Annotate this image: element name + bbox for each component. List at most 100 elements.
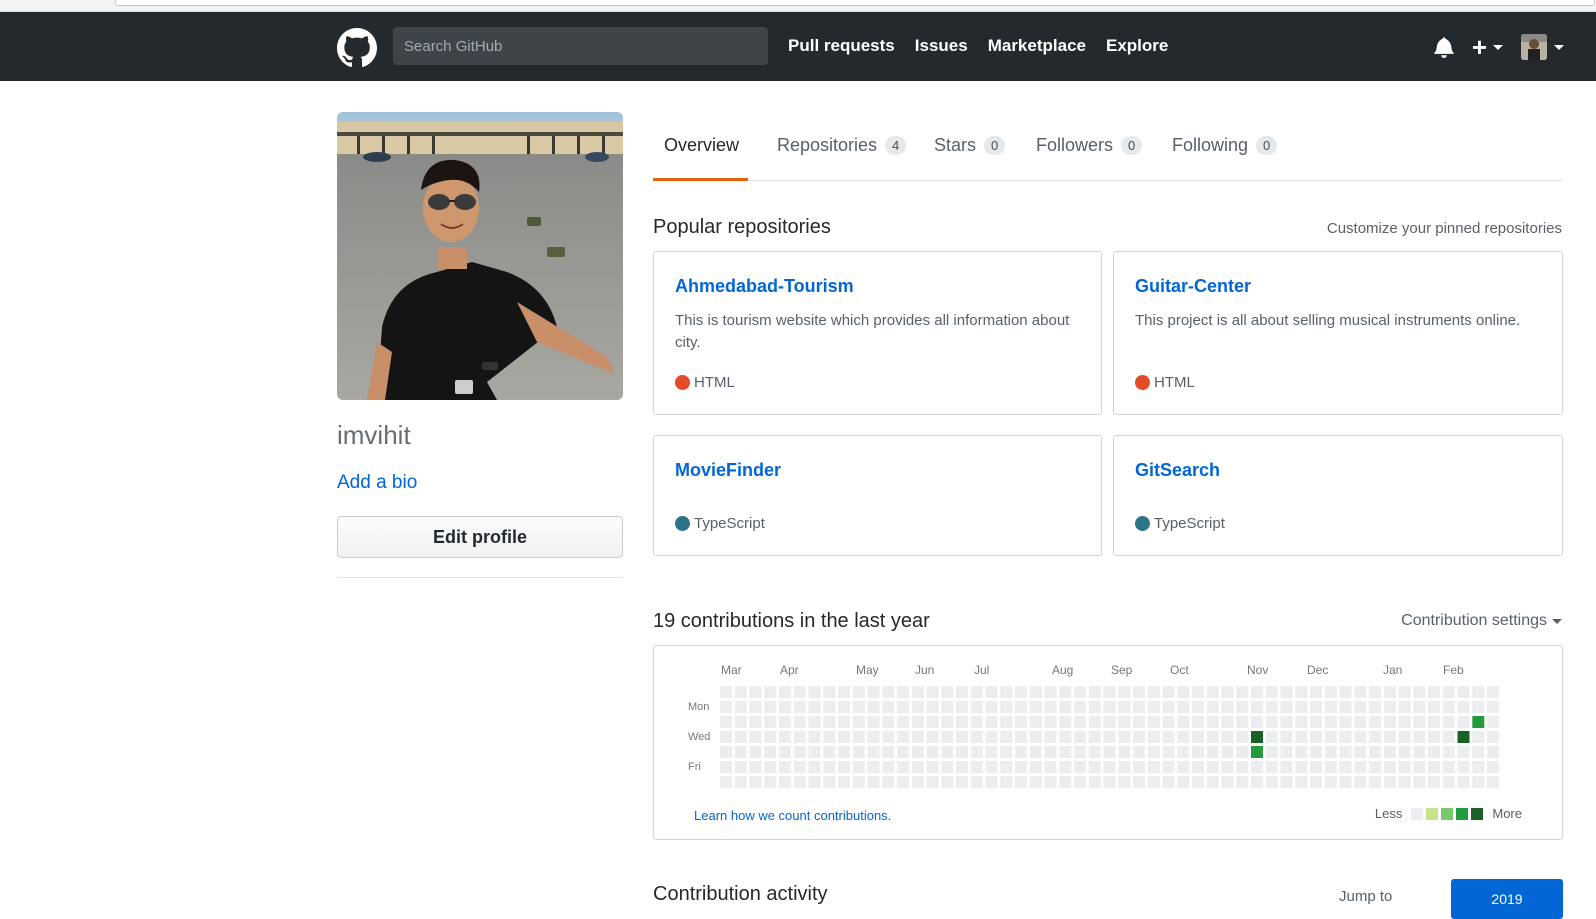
contribution-day[interactable] xyxy=(1398,776,1411,788)
contribution-day[interactable] xyxy=(1206,716,1219,728)
contribution-day[interactable] xyxy=(1398,731,1411,743)
contribution-day[interactable] xyxy=(1413,746,1426,758)
tab-repositories[interactable]: Repositories 4 xyxy=(777,135,907,156)
contribution-day[interactable] xyxy=(1398,761,1411,773)
contribution-day[interactable] xyxy=(897,686,909,698)
contribution-day[interactable] xyxy=(1133,746,1145,758)
contribution-day[interactable] xyxy=(1413,761,1426,773)
contribution-day[interactable] xyxy=(926,716,939,728)
add-bio-link[interactable]: Add a bio xyxy=(337,472,417,494)
contribution-day[interactable] xyxy=(1118,746,1131,758)
contribution-day[interactable] xyxy=(823,731,836,743)
contribution-day[interactable] xyxy=(749,701,762,713)
edit-profile-button[interactable]: Edit profile xyxy=(337,516,623,558)
contribution-day[interactable] xyxy=(1192,776,1204,788)
contribution-day[interactable] xyxy=(985,776,998,788)
contribution-day[interactable] xyxy=(1354,686,1367,698)
contribution-day[interactable] xyxy=(838,731,850,743)
contribution-day[interactable] xyxy=(720,761,732,773)
contribution-day[interactable] xyxy=(1015,701,1027,713)
contribution-day[interactable] xyxy=(1413,776,1426,788)
contribution-day[interactable] xyxy=(779,761,791,773)
contribution-day[interactable] xyxy=(926,731,939,743)
contribution-day[interactable] xyxy=(1059,716,1072,728)
contribution-day[interactable] xyxy=(1000,716,1013,728)
contribution-day[interactable] xyxy=(956,746,968,758)
contribution-day[interactable] xyxy=(1236,686,1249,698)
contribution-day[interactable] xyxy=(1000,701,1013,713)
contribution-day[interactable] xyxy=(1074,731,1086,743)
contribution-day[interactable] xyxy=(970,776,983,788)
contribution-day[interactable] xyxy=(1339,746,1352,758)
contribution-day[interactable] xyxy=(1029,686,1042,698)
contribution-day[interactable] xyxy=(1472,716,1485,728)
contribution-day[interactable] xyxy=(1000,686,1013,698)
contribution-day[interactable] xyxy=(1251,716,1263,728)
contribution-day[interactable] xyxy=(1206,731,1219,743)
contribution-day[interactable] xyxy=(911,686,924,698)
contribution-day[interactable] xyxy=(1398,701,1411,713)
contribution-day[interactable] xyxy=(1147,761,1160,773)
contribution-day[interactable] xyxy=(1251,731,1263,743)
contribution-day[interactable] xyxy=(838,701,850,713)
contribution-day[interactable] xyxy=(808,716,821,728)
contribution-day[interactable] xyxy=(808,731,821,743)
contribution-day[interactable] xyxy=(1295,716,1308,728)
contribution-day[interactable] xyxy=(1369,701,1381,713)
contribution-day[interactable] xyxy=(1177,731,1190,743)
customize-pinned-link[interactable]: Customize your pinned repositories xyxy=(1327,220,1562,237)
contribution-day[interactable] xyxy=(1162,731,1175,743)
contribution-day[interactable] xyxy=(749,776,762,788)
create-new-button[interactable]: + xyxy=(1472,34,1503,60)
contribution-day[interactable] xyxy=(1044,701,1057,713)
contribution-day[interactable] xyxy=(1192,746,1204,758)
contribution-day[interactable] xyxy=(1000,746,1013,758)
contribution-day[interactable] xyxy=(1103,746,1116,758)
contribution-day[interactable] xyxy=(1074,716,1086,728)
contribution-day[interactable] xyxy=(1000,761,1013,773)
contribution-day[interactable] xyxy=(1354,776,1367,788)
contribution-day[interactable] xyxy=(970,716,983,728)
contribution-day[interactable] xyxy=(1044,746,1057,758)
contribution-day[interactable] xyxy=(1015,686,1027,698)
nav-marketplace[interactable]: Marketplace xyxy=(988,36,1086,56)
contribution-day[interactable] xyxy=(1354,731,1367,743)
contribution-day[interactable] xyxy=(1177,701,1190,713)
contribution-day[interactable] xyxy=(1133,701,1145,713)
contribution-day[interactable] xyxy=(1487,776,1499,788)
contribution-day[interactable] xyxy=(1103,731,1116,743)
contribution-day[interactable] xyxy=(1044,716,1057,728)
contribution-day[interactable] xyxy=(1044,776,1057,788)
contribution-day[interactable] xyxy=(1442,761,1455,773)
contribution-day[interactable] xyxy=(956,686,968,698)
contribution-day[interactable] xyxy=(1133,716,1145,728)
contribution-day[interactable] xyxy=(911,716,924,728)
contribution-day[interactable] xyxy=(1074,776,1086,788)
contribution-day[interactable] xyxy=(749,746,762,758)
contribution-day[interactable] xyxy=(1487,731,1499,743)
contribution-day[interactable] xyxy=(852,701,865,713)
contribution-day[interactable] xyxy=(1339,716,1352,728)
contribution-day[interactable] xyxy=(1310,746,1322,758)
contribution-settings-dropdown[interactable]: Contribution settings xyxy=(1401,612,1562,630)
contribution-day[interactable] xyxy=(793,776,806,788)
contribution-day[interactable] xyxy=(1177,776,1190,788)
contribution-day[interactable] xyxy=(1339,776,1352,788)
contribution-day[interactable] xyxy=(823,686,836,698)
contribution-day[interactable] xyxy=(1280,731,1293,743)
contribution-day[interactable] xyxy=(1059,686,1072,698)
contribution-day[interactable] xyxy=(1088,776,1101,788)
contribution-day[interactable] xyxy=(1472,701,1485,713)
contribution-day[interactable] xyxy=(1118,761,1131,773)
contribution-day[interactable] xyxy=(793,746,806,758)
contribution-day[interactable] xyxy=(720,716,732,728)
contribution-day[interactable] xyxy=(1398,746,1411,758)
contribution-day[interactable] xyxy=(852,746,865,758)
contribution-day[interactable] xyxy=(1059,746,1072,758)
contribution-day[interactable] xyxy=(1369,686,1381,698)
contribution-day[interactable] xyxy=(779,731,791,743)
contribution-day[interactable] xyxy=(1383,701,1396,713)
tab-overview[interactable]: Overview xyxy=(664,135,739,156)
contribution-day[interactable] xyxy=(882,731,895,743)
contribution-day[interactable] xyxy=(1206,701,1219,713)
